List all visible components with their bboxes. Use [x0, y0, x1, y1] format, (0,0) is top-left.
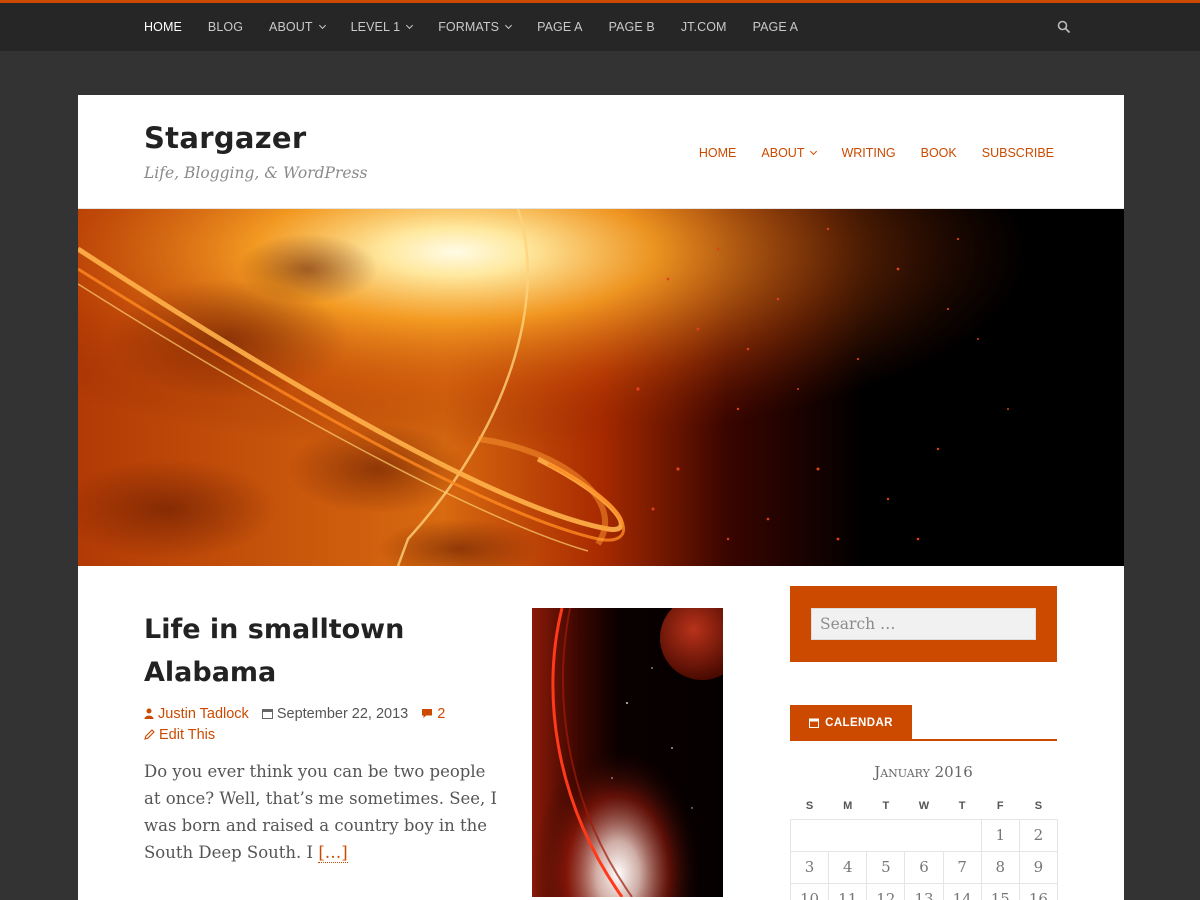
header-image	[78, 208, 1124, 566]
primary-menu-item-book[interactable]: Book	[921, 146, 957, 160]
calendar-week-row: 3456789	[789, 850, 1059, 884]
calendar-weekday: T	[958, 799, 966, 812]
top-menu-item-page-b[interactable]: Page B	[609, 20, 655, 34]
calendar-weekday: F	[996, 799, 1004, 812]
top-menu-item-label: Page A	[752, 20, 799, 34]
primary-menu-item-label: Subscribe	[981, 146, 1054, 160]
calendar-title-text: Calendar	[825, 716, 893, 729]
calendar-weekday: T	[882, 799, 890, 812]
top-menu-item-label: Blog	[207, 20, 244, 34]
top-menu-item-label: Level 1	[350, 20, 401, 34]
calendar-widget-title: Calendar	[790, 705, 912, 740]
primary-menu-item-label: Home	[698, 146, 737, 160]
calendar-day: 14	[942, 882, 982, 900]
primary-menu-item-label: Writing	[841, 146, 896, 160]
calendar-day: 7	[942, 850, 982, 884]
post-title[interactable]: Life in smalltown Alabama	[144, 608, 514, 694]
primary-menu-item-writing[interactable]: Writing	[841, 146, 895, 160]
site-container: Stargazer Life, Blogging, & WordPress Ho…	[78, 95, 1124, 900]
top-menu-item-label: About	[269, 20, 313, 34]
calendar-caption: January 2016	[874, 763, 973, 781]
top-menu-item-page-a[interactable]: Page A	[753, 20, 799, 34]
calendar-icon	[261, 708, 273, 719]
calendar-day: 9	[1018, 850, 1059, 884]
post-meta: Justin Tadlock September 22, 2013 2 Edit…	[144, 704, 524, 746]
primary-menu-item-home[interactable]: Home	[699, 146, 737, 160]
post-comments-link[interactable]: 2	[437, 706, 445, 722]
search-widget	[790, 586, 1057, 662]
calendar-day: 12	[866, 882, 906, 900]
chevron-down-icon	[505, 21, 513, 30]
calendar-weekday: W	[918, 799, 930, 812]
primary-menu-item-label: Book	[920, 146, 957, 160]
search-input[interactable]	[811, 608, 1036, 640]
calendar-day: 5	[866, 850, 906, 884]
chevron-down-icon	[406, 21, 414, 30]
comment-icon	[422, 708, 433, 718]
calendar-day: 4	[828, 850, 868, 884]
top-menu-item-label: Home	[144, 20, 182, 34]
calendar-day: 8	[980, 850, 1020, 884]
calendar-day: 11	[828, 882, 868, 900]
primary-navigation: Home About Writing Book Subscribe	[674, 146, 1054, 160]
calendar-weekday: M	[843, 799, 853, 812]
calendar-day: 1	[980, 818, 1020, 852]
primary-menu-item-about[interactable]: About	[761, 146, 818, 160]
top-menu-item-label: Formats	[438, 20, 500, 34]
top-menu-item-page-a[interactable]: Page A	[537, 20, 583, 34]
post-excerpt: Do you ever think you can be two people …	[144, 758, 504, 866]
calendar-icon	[809, 718, 820, 728]
calendar-day: 3	[789, 850, 830, 884]
calendar-day: 16	[1018, 882, 1059, 900]
calendar-week-row: 12	[790, 818, 1059, 852]
chevron-down-icon	[318, 21, 326, 30]
top-menu-item-level-1[interactable]: Level 1	[350, 20, 414, 34]
primary-menu-item-subscribe[interactable]: Subscribe	[982, 146, 1054, 160]
calendar-weekday: S	[805, 799, 814, 812]
site-title[interactable]: Stargazer	[144, 121, 307, 155]
post-author-link[interactable]: Justin Tadlock	[158, 706, 249, 722]
top-menu-bar: Home Blog About Level 1 Formats Page A Page B j…	[0, 0, 1200, 51]
calendar-weekday: S	[1034, 799, 1043, 812]
user-icon	[144, 708, 154, 719]
calendar-day: 10	[789, 882, 830, 900]
calendar-day: 6	[904, 850, 944, 884]
calendar-day: 13	[904, 882, 944, 900]
top-menu-item-jt-com[interactable]: jt.com	[681, 20, 727, 34]
post-date[interactable]: September 22, 2013	[277, 706, 408, 722]
chevron-down-icon	[810, 147, 818, 156]
top-menu-item-about[interactable]: About	[269, 20, 326, 34]
post-thumbnail[interactable]	[532, 608, 723, 897]
calendar-empty-cell	[790, 818, 982, 852]
top-menu-item-blog[interactable]: Blog	[208, 20, 243, 34]
read-more-link[interactable]: […]	[318, 843, 348, 863]
site-description: Life, Blogging, & WordPress	[144, 164, 368, 182]
calendar-week-row: 10 11 12 13 14 15 16	[789, 882, 1059, 900]
top-navigation: Home Blog About Level 1 Formats Page A Page B j…	[144, 3, 824, 51]
top-menu-item-label: jt.com	[680, 20, 727, 34]
primary-menu-item-label: About	[761, 146, 805, 160]
edit-post-link[interactable]: Edit This	[159, 727, 215, 743]
top-menu-item-home[interactable]: Home	[144, 20, 182, 34]
calendar-day: 15	[980, 882, 1020, 900]
pencil-icon	[144, 728, 155, 740]
calendar-table: SMTWTFS 1 2 3 4 5 6 7 8 9 10 11 12 13 14 15 16	[789, 793, 1059, 900]
top-menu-item-formats[interactable]: Formats	[438, 20, 513, 34]
search-icon[interactable]	[1057, 20, 1071, 34]
top-menu-item-label: Page B	[608, 20, 655, 34]
calendar-divider	[790, 739, 1057, 741]
calendar-day: 2	[1018, 818, 1059, 852]
top-menu-item-label: Page A	[537, 20, 583, 34]
